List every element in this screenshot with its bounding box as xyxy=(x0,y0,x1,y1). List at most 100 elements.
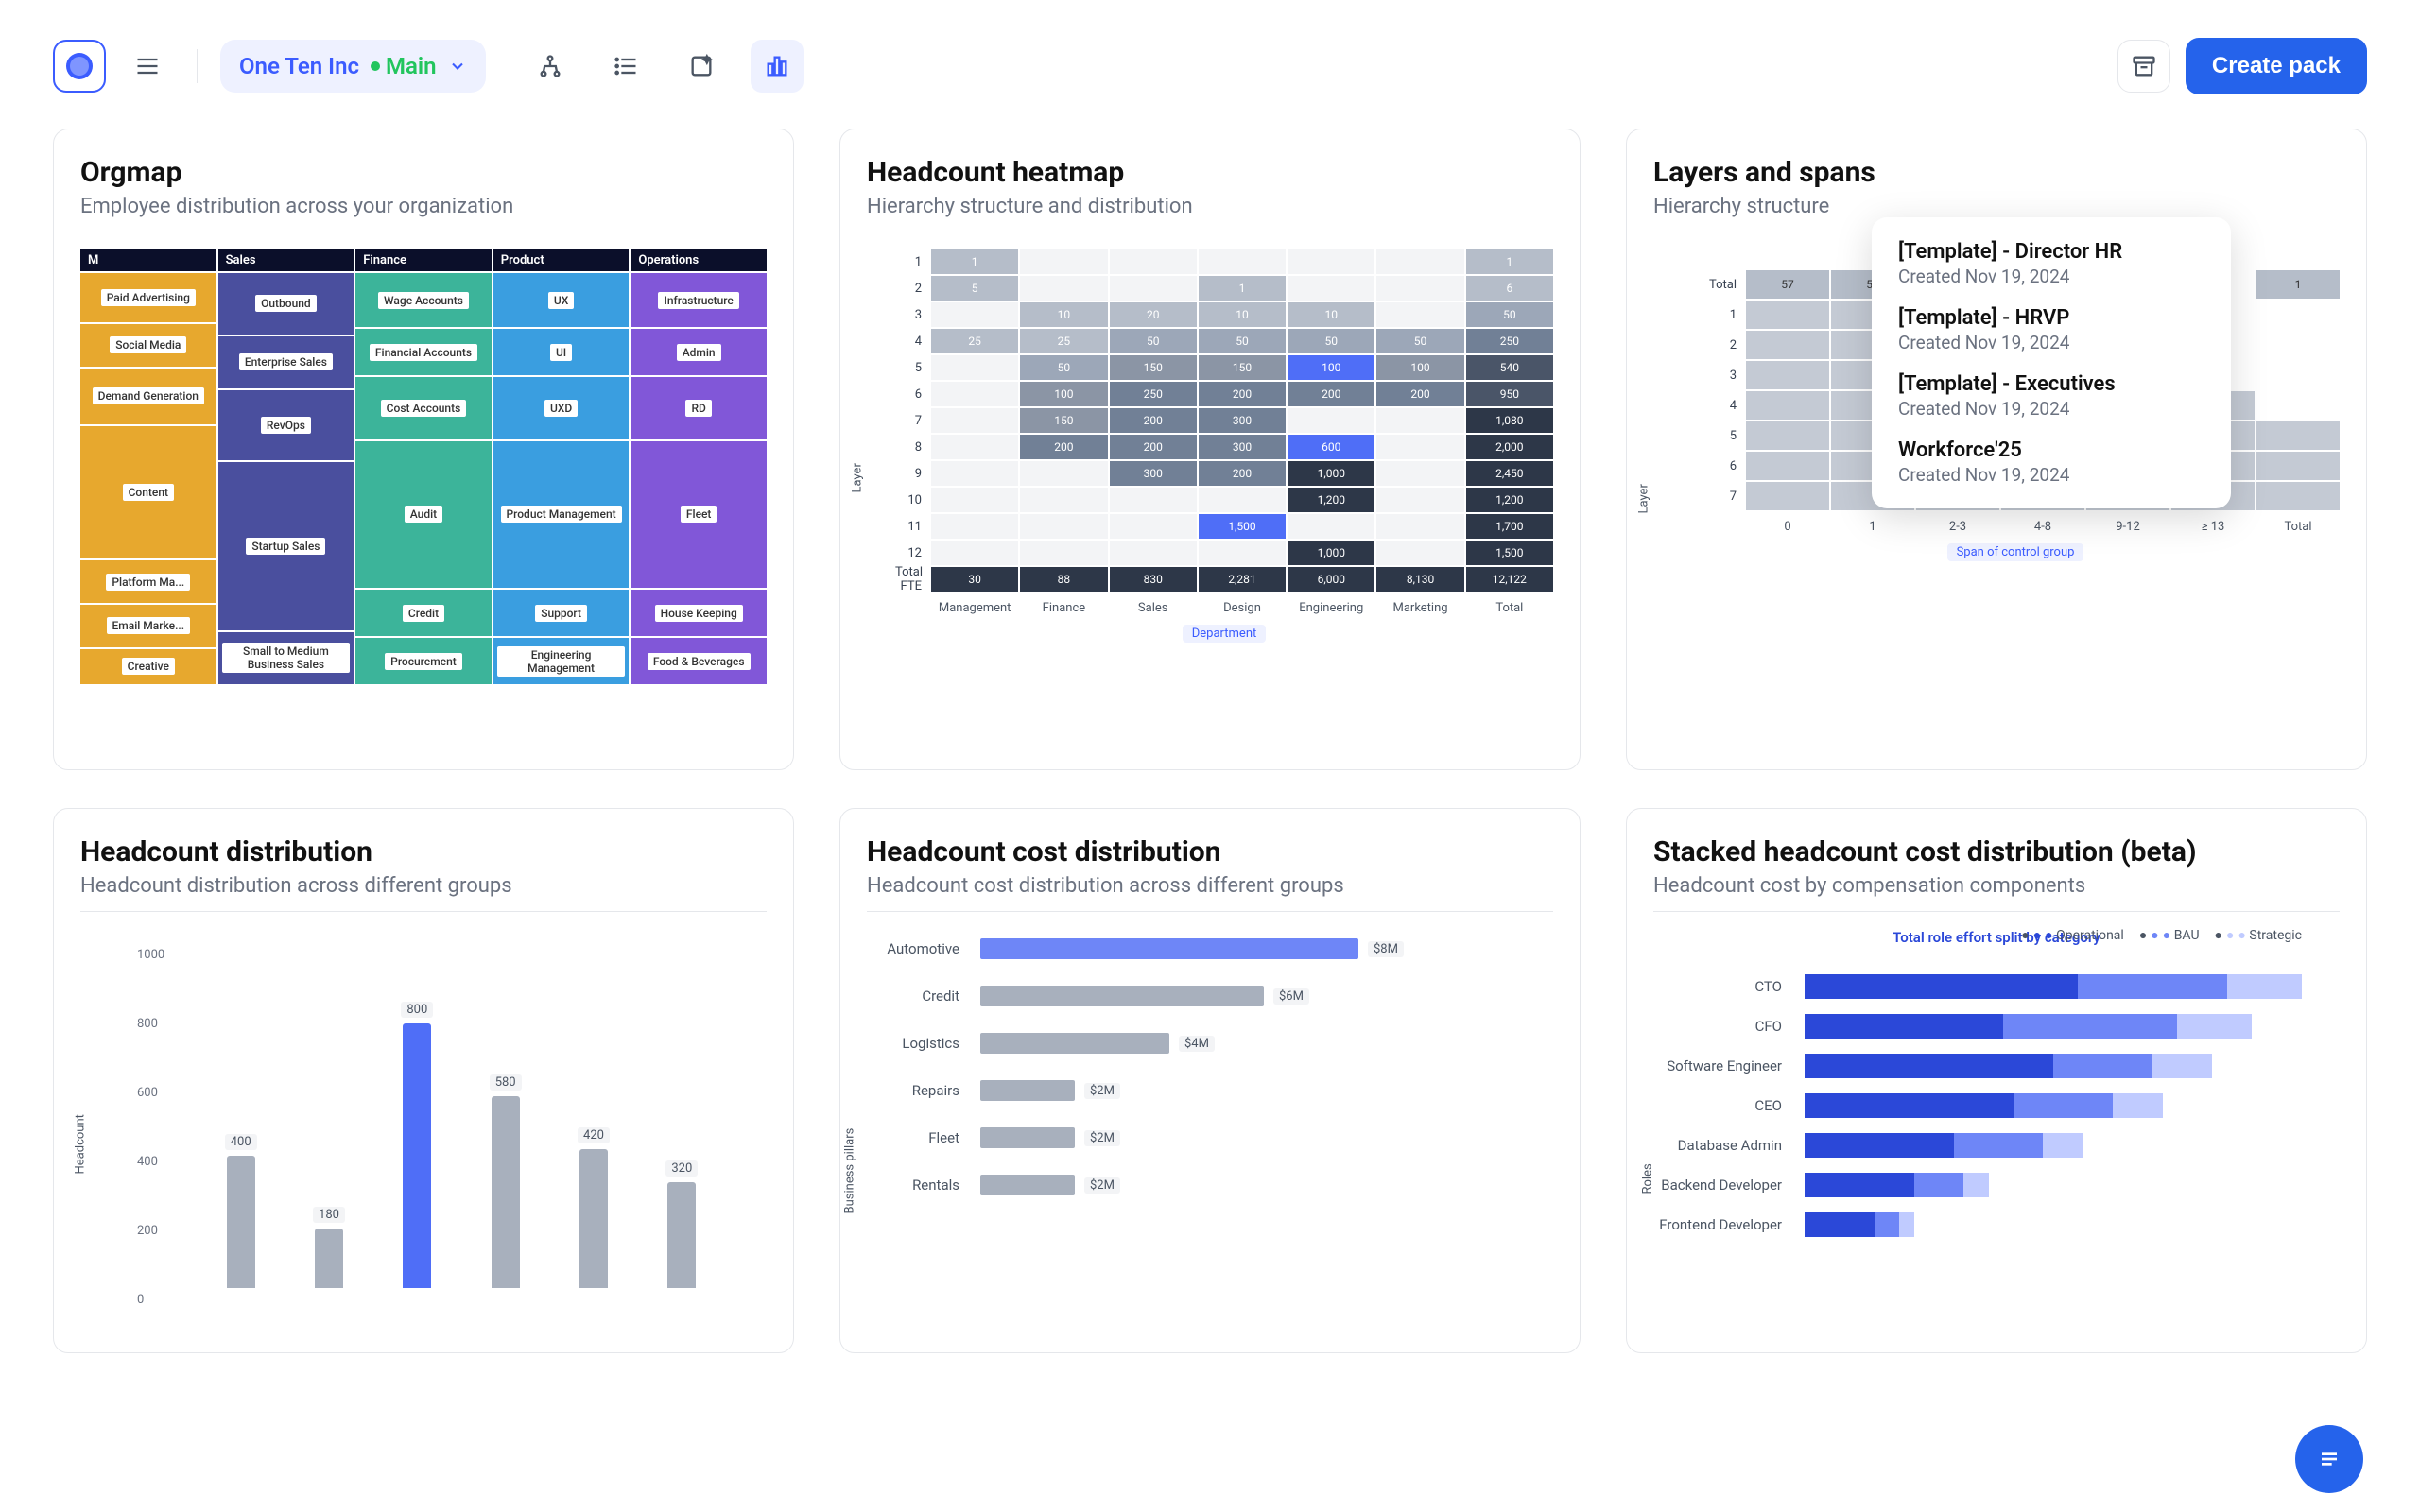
legend-item: ● Operational xyxy=(2021,927,2124,943)
dropdown-item-title: [Template] - HRVP xyxy=(1898,306,2204,330)
card-subtitle: Employee distribution across your organi… xyxy=(80,195,767,232)
row-label: 6 xyxy=(1691,459,1744,473)
heatmap-cell: 1,500 xyxy=(1466,541,1553,565)
heatmap-cell: 2,450 xyxy=(1466,461,1553,486)
menu-icon[interactable] xyxy=(121,40,174,93)
heatmap-cell xyxy=(2256,482,2340,510)
column-label: 2-3 xyxy=(1916,520,1999,534)
treemap-cell: Audit xyxy=(355,441,492,589)
heatmap-cell: . xyxy=(1376,541,1463,565)
heatmap-cell: 100 xyxy=(1020,382,1107,406)
org-switcher[interactable]: One Ten Inc Main xyxy=(220,40,486,93)
heatmap-cell: . xyxy=(1376,276,1463,301)
row-label: 1 xyxy=(895,255,929,269)
heatmap-cell: . xyxy=(931,514,1018,539)
hierarchy-view-icon[interactable] xyxy=(524,40,577,93)
card-title: Headcount cost distribution xyxy=(867,835,1553,868)
column-label: 4-8 xyxy=(2001,520,2084,534)
heatmap-cell xyxy=(2256,421,2340,450)
chart-view-icon[interactable] xyxy=(751,40,804,93)
heatmap-cell: . xyxy=(1376,488,1463,512)
treemap-cell: Demand Generation xyxy=(80,369,216,424)
column-label: Total xyxy=(2256,520,2340,534)
treemap-cell: UXD xyxy=(493,377,630,438)
treemap-cell: Email Marke... xyxy=(80,605,216,647)
hbar-value: $2M xyxy=(1084,1130,1120,1146)
heatmap-cell: 100 xyxy=(1376,355,1463,380)
app-logo[interactable] xyxy=(53,40,106,93)
heatmap-cell: . xyxy=(1288,249,1374,274)
heatmap-cell: 88 xyxy=(1020,567,1107,592)
heatmap-cell: 20 xyxy=(1110,302,1197,327)
stacked-label: Backend Developer xyxy=(1653,1177,1795,1194)
row-label: 7 xyxy=(895,414,929,428)
y-tick: 0 xyxy=(137,1293,164,1307)
heatmap-cell: 50 xyxy=(1110,329,1197,353)
heatmap-cell: 300 xyxy=(1110,461,1197,486)
dropdown-item[interactable]: [Template] - Director HRCreated Nov 19, … xyxy=(1872,231,2231,297)
card-subtitle: Headcount cost by compensation component… xyxy=(1653,874,2340,912)
column-label: 9-12 xyxy=(2086,520,2169,534)
row-label: 11 xyxy=(895,520,929,534)
dropdown-item[interactable]: [Template] - ExecutivesCreated Nov 19, 2… xyxy=(1872,363,2231,429)
list-view-icon[interactable] xyxy=(599,40,652,93)
treemap-cell: Engineering Management xyxy=(493,638,630,684)
card-title: Stacked headcount cost distribution (bet… xyxy=(1653,835,2340,868)
create-pack-button[interactable]: Create pack xyxy=(2186,38,2367,94)
row-label: 12 xyxy=(895,546,929,560)
legend-item: ● Strategic xyxy=(2215,927,2302,943)
treemap-cell: UI xyxy=(493,329,630,375)
heatmap-cell: . xyxy=(1020,541,1107,565)
heatmap-cell: 100 xyxy=(1288,355,1374,380)
heatmap-cell: . xyxy=(931,461,1018,486)
heatmap-cell: 200 xyxy=(1199,382,1286,406)
treemap-cell: House Keeping xyxy=(631,590,767,636)
sparkle-icon[interactable] xyxy=(675,40,728,93)
hbar-label: Fleet xyxy=(867,1129,971,1146)
card-title: Layers and spans xyxy=(1653,156,2340,189)
heatmap-cell: 8,130 xyxy=(1376,567,1463,592)
hbar-label: Logistics xyxy=(867,1035,971,1052)
heatmap-cell: . xyxy=(1288,408,1374,433)
heatmap-cell: . xyxy=(931,435,1018,459)
dropdown-item-title: [Template] - Executives xyxy=(1898,372,2204,396)
heatmap-cell xyxy=(1746,482,1829,510)
card-orgmap[interactable]: Orgmap Employee distribution across your… xyxy=(53,129,794,770)
heatmap-cell: . xyxy=(1199,488,1286,512)
treemap-cell: Paid Advertising xyxy=(80,273,216,322)
stacked-bar: CFO xyxy=(1805,1014,2302,1039)
dropdown-item[interactable]: [Template] - HRVPCreated Nov 19, 2024 xyxy=(1872,297,2231,363)
chat-fab[interactable] xyxy=(2295,1425,2363,1493)
dropdown-item-sub: Created Nov 19, 2024 xyxy=(1898,464,2204,486)
treemap-cell: Platform Ma... xyxy=(80,560,216,603)
bar: 580 xyxy=(477,1074,533,1288)
heatmap-chart: Layer 11.....125..1..63.10201010.5042525… xyxy=(867,249,1553,722)
stacked-label: CTO xyxy=(1653,978,1795,995)
card-cost-distribution[interactable]: Headcount cost distribution Headcount co… xyxy=(839,808,1581,1353)
stacked-label: Frontend Developer xyxy=(1653,1216,1795,1233)
heatmap-cell: . xyxy=(1376,249,1463,274)
archive-icon[interactable] xyxy=(2118,40,2170,93)
card-hc-distribution[interactable]: Headcount distribution Headcount distrib… xyxy=(53,808,794,1353)
bar-value: 580 xyxy=(490,1074,522,1091)
card-heatmap[interactable]: Headcount heatmap Hierarchy structure an… xyxy=(839,129,1581,770)
card-stacked[interactable]: Stacked headcount cost distribution (bet… xyxy=(1626,808,2367,1353)
row-label: 10 xyxy=(895,493,929,507)
dropdown-item[interactable]: Workforce'25Created Nov 19, 2024 xyxy=(1872,429,2231,495)
heatmap-cell: 1,000 xyxy=(1288,461,1374,486)
heatmap-cell: 1,500 xyxy=(1199,514,1286,539)
row-label: 1 xyxy=(1691,308,1744,322)
treemap-cell: Startup Sales xyxy=(218,462,354,630)
bar-chart: Headcount 10008006004002000 400180800580… xyxy=(80,929,767,1326)
divider xyxy=(197,49,198,83)
y-axis-label: Business pillars xyxy=(843,1128,857,1214)
heatmap-cell: 830 xyxy=(1110,567,1197,592)
legend-item: ● BAU xyxy=(2139,927,2200,943)
heatmap-cell: 1,700 xyxy=(1466,514,1553,539)
card-subtitle: Hierarchy structure and distribution xyxy=(867,195,1553,232)
status-dot-icon xyxy=(371,61,380,71)
heatmap-cell: 2,000 xyxy=(1466,435,1553,459)
heatmap-cell: . xyxy=(1376,408,1463,433)
hbar: Rentals$2M xyxy=(980,1175,1515,1195)
hbar: Repairs$2M xyxy=(980,1080,1515,1101)
